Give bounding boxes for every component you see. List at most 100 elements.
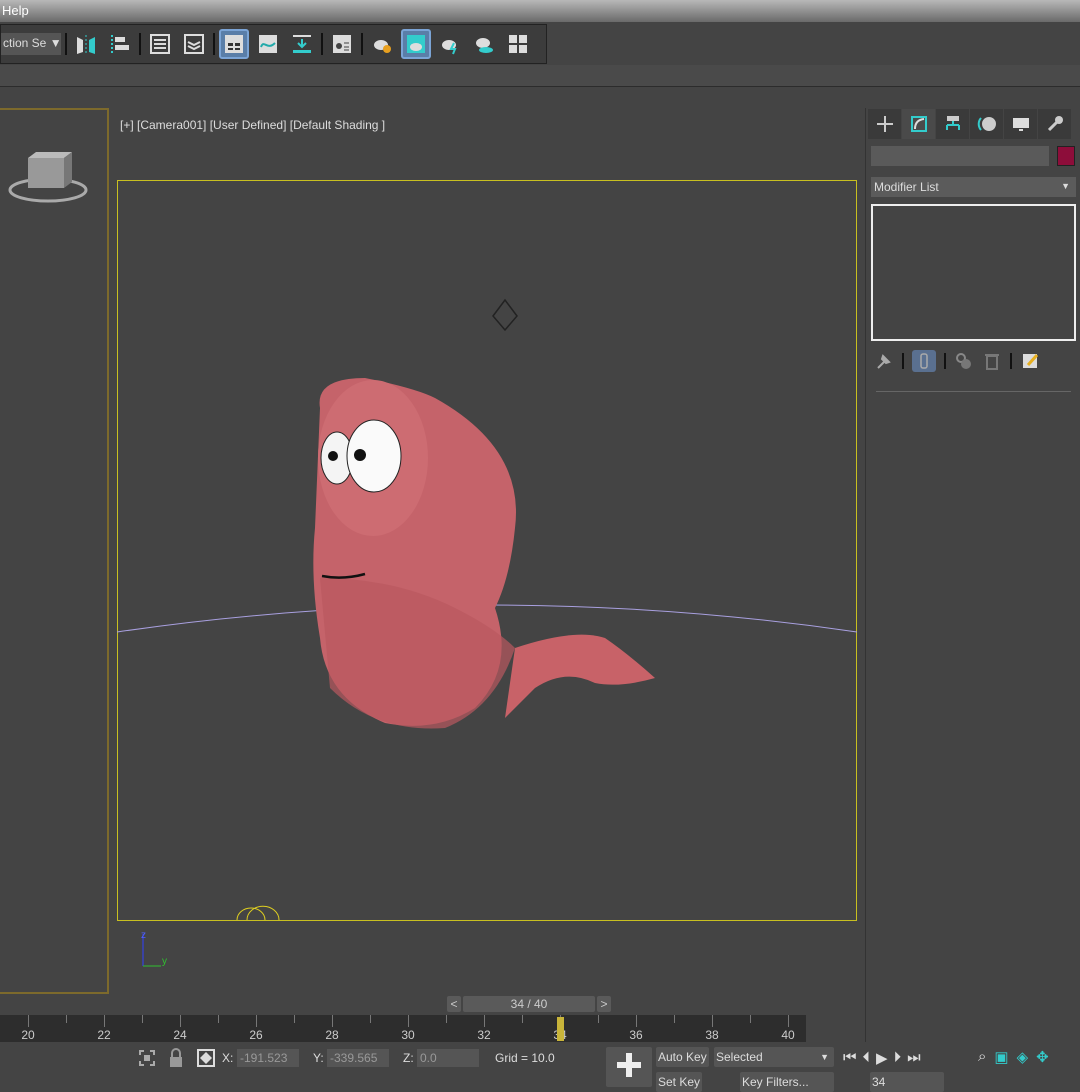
teapot-cloud-icon <box>476 38 493 53</box>
isolate-selection-icon[interactable] <box>138 1049 156 1067</box>
ruler-tick <box>408 1015 409 1027</box>
rendered-frame-window-button[interactable] <box>401 29 431 59</box>
ruler-label: 40 <box>781 1028 795 1042</box>
play-icon[interactable]: ▶ <box>876 1049 888 1067</box>
list-icon <box>150 34 170 54</box>
motion-icon <box>977 117 996 131</box>
separator <box>902 353 904 369</box>
render-cloud-button[interactable] <box>469 29 499 59</box>
ribbon-area <box>0 65 1080 87</box>
align-button[interactable] <box>105 29 135 59</box>
track-bar[interactable]: 2022242628303234363840 <box>0 1015 806 1042</box>
selection-filter-value: Selected <box>716 1050 763 1064</box>
time-slider[interactable]: < 34 / 40 > <box>447 996 615 1012</box>
chevron-down-icon: ▼ <box>49 36 61 50</box>
time-slider-thumb[interactable]: 34 / 40 <box>463 996 595 1012</box>
scene-explorer-button[interactable] <box>145 29 175 59</box>
selection-set-value: ction Se <box>3 36 47 50</box>
ruler-tick <box>370 1015 371 1023</box>
named-selection-set-dropdown[interactable]: ction Se ▼ <box>1 33 61 55</box>
modifier-list-label: Modifier List <box>874 180 939 194</box>
ruler-label: 38 <box>705 1028 719 1042</box>
tab-utilities[interactable] <box>1038 109 1071 139</box>
environment-button[interactable] <box>503 29 533 59</box>
selection-filter-dropdown[interactable]: Selected ▼ <box>714 1047 834 1067</box>
main-toolbar: ction Se ▼ <box>0 24 547 64</box>
viewcube-icon[interactable] <box>8 150 94 210</box>
lock-icon[interactable] <box>168 1048 184 1068</box>
ruler-tick <box>598 1015 599 1023</box>
auto-key-button[interactable]: Auto Key <box>656 1047 709 1067</box>
mirror-icon <box>77 35 95 55</box>
ruler-tick <box>180 1015 181 1027</box>
key-filters-button[interactable]: Key Filters... <box>740 1072 834 1092</box>
separator <box>1010 353 1012 369</box>
teapot-render-icon <box>442 40 457 55</box>
previous-frame-icon[interactable]: ⏴ <box>863 1049 871 1067</box>
separator <box>321 33 323 55</box>
current-frame-field[interactable]: 34 <box>870 1072 944 1092</box>
ruler-tick <box>218 1015 219 1023</box>
go-to-end-icon[interactable]: ⏭ <box>907 1049 921 1067</box>
ruler-label: 32 <box>477 1028 491 1042</box>
show-end-result-button[interactable] <box>912 350 936 372</box>
zoom-extents-icon[interactable]: ◈ <box>1017 1048 1029 1066</box>
monitor-icon <box>1012 118 1029 131</box>
align-icon <box>111 35 129 53</box>
y-coordinate-field[interactable]: -339.565 <box>327 1049 389 1067</box>
set-key-mode-button[interactable] <box>606 1047 652 1087</box>
orbit-icon[interactable]: ✥ <box>1036 1048 1049 1066</box>
x-coordinate-field[interactable]: -191.523 <box>237 1049 299 1067</box>
ruler-label: 36 <box>629 1028 643 1042</box>
y-label: Y: <box>313 1051 324 1065</box>
separator <box>944 353 946 369</box>
next-frame-icon[interactable]: ⏵ <box>894 1049 902 1067</box>
ruler-tick <box>484 1015 485 1027</box>
rollout-divider <box>876 391 1071 392</box>
stack-toolbar <box>874 350 1040 372</box>
set-key-button[interactable]: Set Key <box>656 1072 703 1092</box>
object-color-swatch[interactable] <box>1057 146 1075 166</box>
ruler-tick <box>712 1015 713 1027</box>
tab-create[interactable] <box>868 109 901 139</box>
menu-bar: Help <box>0 0 1080 22</box>
separator <box>213 33 215 55</box>
modifier-stack[interactable] <box>871 204 1076 341</box>
next-frame-button[interactable]: > <box>597 996 611 1012</box>
current-frame-marker[interactable] <box>557 1017 564 1041</box>
z-coordinate-field[interactable]: 0.0 <box>417 1049 479 1067</box>
object-name-field[interactable] <box>871 146 1049 166</box>
go-to-start-icon[interactable]: ⏮ <box>843 1049 857 1067</box>
trash-icon[interactable] <box>982 351 1002 371</box>
grid-images-icon <box>509 35 527 53</box>
ruler-tick <box>294 1015 295 1023</box>
tab-modify[interactable] <box>902 109 935 139</box>
ruler-label: 24 <box>173 1028 187 1042</box>
mirror-button[interactable] <box>71 29 101 59</box>
menu-help[interactable]: Help <box>2 3 29 18</box>
zoom-icon[interactable]: ⌕ <box>978 1048 986 1066</box>
tab-motion[interactable] <box>970 109 1003 139</box>
wrench-icon <box>1047 116 1063 132</box>
render-setup-button[interactable] <box>367 29 397 59</box>
schematic-view-button[interactable] <box>287 29 317 59</box>
camera-viewport[interactable]: [+] [Camera001] [User Defined] [Default … <box>115 108 861 994</box>
material-editor-button[interactable] <box>327 29 357 59</box>
plus-icon <box>876 116 893 132</box>
pin-icon[interactable] <box>874 351 894 371</box>
left-viewport[interactable] <box>0 108 109 994</box>
tab-hierarchy[interactable] <box>936 109 969 139</box>
layer-explorer-button[interactable] <box>179 29 209 59</box>
configure-modifier-sets-icon[interactable] <box>1020 351 1040 371</box>
tab-display[interactable] <box>1004 109 1037 139</box>
toggle-ribbon-button[interactable] <box>219 29 249 59</box>
render-production-button[interactable] <box>435 29 465 59</box>
modifier-list-dropdown[interactable]: Modifier List ▼ <box>871 177 1076 197</box>
curve-editor-button[interactable] <box>253 29 283 59</box>
zoom-all-icon[interactable]: ▣ <box>994 1048 1008 1066</box>
x-label: X: <box>222 1051 234 1065</box>
absolute-mode-icon[interactable] <box>197 1049 215 1067</box>
make-unique-icon[interactable] <box>954 351 974 371</box>
prev-frame-button[interactable]: < <box>447 996 461 1012</box>
playback-controls: ⏮ ⏴ ▶ ⏵ ⏭ <box>843 1049 921 1067</box>
